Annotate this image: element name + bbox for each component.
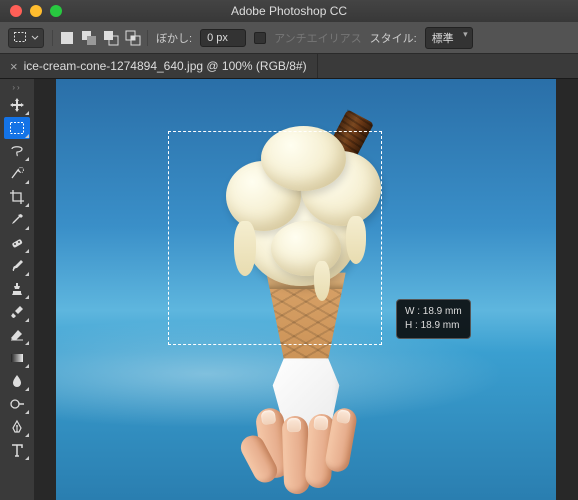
marquee-tool-icon <box>13 31 29 45</box>
move-tool[interactable] <box>4 94 30 116</box>
selection-add-icon[interactable] <box>81 30 97 46</box>
maximize-window-button[interactable] <box>50 5 62 17</box>
close-tab-icon[interactable]: × <box>10 60 18 73</box>
lasso-tool[interactable] <box>4 140 30 162</box>
document-tab-bar: × ice-cream-cone-1274894_640.jpg @ 100% … <box>0 54 578 79</box>
window-controls <box>0 5 62 17</box>
pen-tool[interactable] <box>4 416 30 438</box>
spot-healing-tool[interactable] <box>4 232 30 254</box>
image-content <box>241 358 371 500</box>
image-content <box>216 121 396 301</box>
selection-intersect-icon[interactable] <box>125 30 141 46</box>
quick-selection-tool[interactable] <box>4 163 30 185</box>
feather-label: ぼかし: <box>156 30 192 46</box>
app-title: Adobe Photoshop CC <box>231 4 347 18</box>
close-window-button[interactable] <box>10 5 22 17</box>
type-tool[interactable] <box>4 439 30 461</box>
document-tab[interactable]: × ice-cream-cone-1274894_640.jpg @ 100% … <box>0 54 318 78</box>
canvas-area[interactable]: ILKISS W <box>34 79 578 500</box>
eyedropper-tool[interactable] <box>4 209 30 231</box>
style-label: スタイル: <box>370 30 417 46</box>
chevron-down-icon <box>31 31 39 45</box>
antialias-label: アンチエイリアス <box>274 30 362 46</box>
selection-mode-group <box>52 30 148 46</box>
selection-new-icon[interactable] <box>59 30 75 46</box>
dodge-tool[interactable] <box>4 393 30 415</box>
measurement-tooltip: W : 18.9 mm H : 18.9 mm <box>396 299 471 339</box>
panel-grip-icon[interactable]: ›› <box>0 83 34 93</box>
rectangular-marquee-tool[interactable] <box>4 117 30 139</box>
brush-tool[interactable] <box>4 255 30 277</box>
minimize-window-button[interactable] <box>30 5 42 17</box>
style-select[interactable]: 標準 <box>425 27 473 49</box>
active-tool-preset[interactable] <box>8 28 44 48</box>
main-area: ›› ILKISS <box>0 79 578 500</box>
gradient-tool[interactable] <box>4 347 30 369</box>
eraser-tool[interactable] <box>4 324 30 346</box>
feather-input[interactable] <box>200 29 246 47</box>
selection-subtract-icon[interactable] <box>103 30 119 46</box>
window-titlebar: Adobe Photoshop CC <box>0 0 578 22</box>
clone-stamp-tool[interactable] <box>4 278 30 300</box>
options-bar: ぼかし: アンチエイリアス スタイル: 標準 <box>0 22 578 54</box>
tools-panel: ›› <box>0 79 34 500</box>
blur-tool[interactable] <box>4 370 30 392</box>
crop-tool[interactable] <box>4 186 30 208</box>
document-tab-label: ice-cream-cone-1274894_640.jpg @ 100% (R… <box>24 59 307 73</box>
history-brush-tool[interactable] <box>4 301 30 323</box>
antialias-checkbox <box>254 32 266 44</box>
document-image: ILKISS W <box>56 79 556 500</box>
